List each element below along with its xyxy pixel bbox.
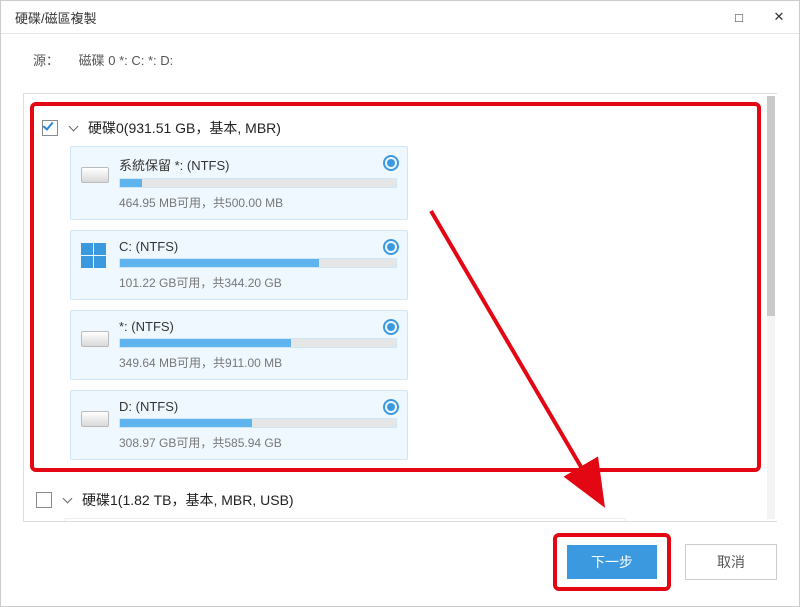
- disk-group-1: 硬碟1(1.82 TB，基本, MBR, USB) F: (Other)1.82 …: [24, 474, 767, 521]
- partition-radio[interactable]: [383, 319, 399, 335]
- scrollbar[interactable]: [767, 96, 775, 519]
- disk-checkbox[interactable]: [42, 120, 58, 136]
- partition-list: 系統保留 *: (NTFS) 464.95 MB可用，共500.00 MB C: (…: [70, 146, 745, 460]
- partition-radio[interactable]: [383, 239, 399, 255]
- partition-usage-text: 464.95 MB可用，共500.00 MB: [119, 194, 397, 211]
- partition-name: C: (NTFS): [119, 239, 397, 254]
- partition-card[interactable]: C: (NTFS) 101.22 GB可用，共344.20 GB: [70, 230, 408, 300]
- partition-radio[interactable]: [383, 399, 399, 415]
- partition-usage-text: 308.97 GB可用，共585.94 GB: [119, 434, 397, 451]
- window-controls: □ ✕: [719, 1, 799, 33]
- close-button[interactable]: ✕: [759, 1, 799, 33]
- partition-usage-text: 101.22 GB可用，共344.20 GB: [119, 274, 397, 291]
- partition-name: 系統保留 *: (NTFS): [119, 155, 397, 174]
- disk-list-panel: 硬碟0(931.51 GB，基本, MBR) 系統保留 *: (NTFS) 464.…: [23, 93, 777, 522]
- disk-header-label: 硬碟0(931.51 GB，基本, MBR): [88, 118, 281, 138]
- partition-list: F: (Other)1.82 TB可用，共1.82 TB: [64, 518, 755, 521]
- source-value: 磁碟 0 *: C: *: D:: [79, 53, 174, 68]
- titlebar: 硬碟/磁區複製 □ ✕: [1, 1, 799, 34]
- usage-bar: [119, 178, 397, 188]
- partition-name: *: (NTFS): [119, 319, 397, 334]
- partition-card[interactable]: 系統保留 *: (NTFS) 464.95 MB可用，共500.00 MB: [70, 146, 408, 220]
- partition-card[interactable]: *: (NTFS) 349.64 MB可用，共911.00 MB: [70, 310, 408, 380]
- partition-radio[interactable]: [383, 155, 399, 171]
- usage-bar: [119, 338, 397, 348]
- cancel-button[interactable]: 取消: [685, 544, 777, 580]
- usage-bar: [119, 418, 397, 428]
- partition-card[interactable]: D: (NTFS) 308.97 GB可用，共585.94 GB: [70, 390, 408, 460]
- chevron-down-icon: [64, 495, 74, 505]
- footer: 下一步 取消: [23, 532, 777, 592]
- partition-name: D: (NTFS): [119, 399, 397, 414]
- disk-checkbox[interactable]: [36, 492, 52, 508]
- disk-header-label: 硬碟1(1.82 TB，基本, MBR, USB): [82, 490, 294, 510]
- next-button-highlight: 下一步: [553, 533, 671, 591]
- source-label: 源：: [33, 53, 59, 68]
- drive-icon: [81, 159, 109, 187]
- scrollbar-thumb[interactable]: [767, 96, 775, 316]
- source-row: 源： 磁碟 0 *: C: *: D:: [1, 34, 799, 77]
- disk-header[interactable]: 硬碟0(931.51 GB，基本, MBR): [70, 118, 745, 138]
- disk-group-0: 硬碟0(931.51 GB，基本, MBR) 系統保留 *: (NTFS) 464.…: [30, 102, 761, 472]
- dialog-window: { "window": { "title": "硬碟/磁區複製" }, "sou…: [0, 0, 800, 607]
- chevron-down-icon: [70, 123, 80, 133]
- maximize-button[interactable]: □: [719, 1, 759, 33]
- drive-icon: [81, 323, 109, 351]
- partition-card[interactable]: F: (Other)1.82 TB可用，共1.82 TB: [64, 518, 626, 521]
- disk-header[interactable]: 硬碟1(1.82 TB，基本, MBR, USB): [64, 490, 755, 510]
- drive-icon: [81, 403, 109, 431]
- usage-bar: [119, 258, 397, 268]
- next-button[interactable]: 下一步: [567, 545, 657, 579]
- partition-usage-text: 349.64 MB可用，共911.00 MB: [119, 354, 397, 371]
- windows-icon: [81, 243, 109, 271]
- window-title: 硬碟/磁區複製: [1, 8, 97, 27]
- disk-list: 硬碟0(931.51 GB，基本, MBR) 系統保留 *: (NTFS) 464.…: [24, 94, 767, 521]
